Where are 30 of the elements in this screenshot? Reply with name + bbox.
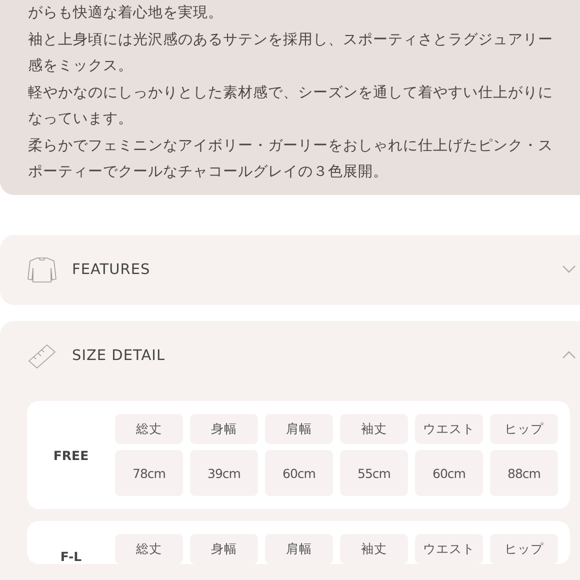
column-header: 身幅 <box>190 534 258 564</box>
column-header: ヒップ <box>490 534 558 564</box>
table-cell: 60cm <box>265 450 333 496</box>
section-title[interactable]: SIZE DETAIL <box>72 348 166 364</box>
section-title[interactable]: FEATURES <box>72 262 150 278</box>
column-header: ウエスト <box>415 534 483 564</box>
column-header: 総丈 <box>115 414 183 444</box>
column-header: 肩幅 <box>265 414 333 444</box>
column-header: 総丈 <box>115 534 183 564</box>
column-header: 袖丈 <box>340 414 408 444</box>
column-header: 袖丈 <box>340 534 408 564</box>
table-cell: 88cm <box>490 450 558 496</box>
description-paragraph: がらも快適な着心地を実現。 <box>28 3 224 23</box>
column-header: ヒップ <box>490 414 558 444</box>
sweater-icon <box>27 257 57 283</box>
column-header: 肩幅 <box>265 534 333 564</box>
size-label: F-L <box>60 549 82 564</box>
ruler-icon <box>28 343 56 369</box>
description-paragraph: 柔らかでフェミニンなアイボリー・ガーリーをおしゃれに仕上げたピンク・スポーティーでクールなチャコールグレイの３色展開。 <box>28 136 554 182</box>
chevron-up-icon[interactable] <box>562 350 576 360</box>
size-label: FREE <box>53 448 89 462</box>
table-cell: 60cm <box>415 450 483 496</box>
column-header: ウエスト <box>415 414 483 444</box>
chevron-down-icon[interactable] <box>562 264 576 274</box>
table-cell: 78cm <box>115 450 183 496</box>
description-paragraph: 袖と上身頃には光沢感のあるサテンを採用し、スポーティさとラグジュアリー感をミックス。 <box>28 30 554 76</box>
table-cell: 55cm <box>340 450 408 496</box>
table-cell: 39cm <box>190 450 258 496</box>
description-paragraph: 軽やかなのにしっかりとした素材感で、シーズンを通して着やすい仕上がりになっています。 <box>28 82 554 129</box>
column-header: 身幅 <box>190 414 258 444</box>
